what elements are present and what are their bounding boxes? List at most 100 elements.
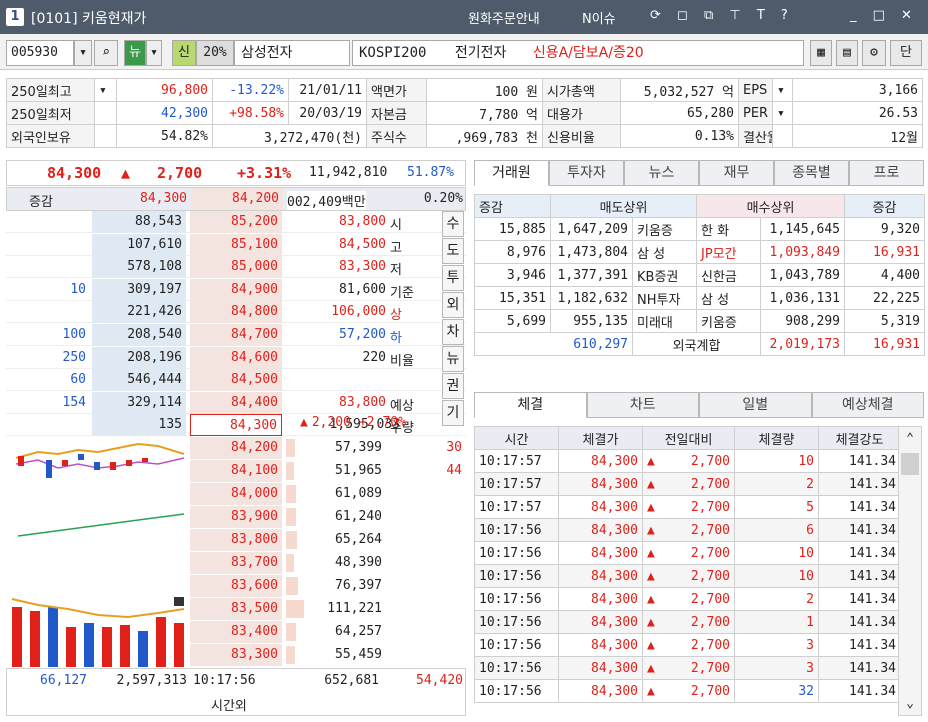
ask-row[interactable]: 154 329,114 84,400 83,800 예상: [6, 391, 466, 414]
trades-scrollbar[interactable]: ⌃ ⌄: [898, 426, 922, 716]
up-arrow-icon: ▲: [647, 499, 655, 515]
broker-cell: 5,699: [474, 309, 551, 333]
info-rate: +98.58%: [212, 101, 289, 125]
info-value: 81,600: [339, 281, 386, 297]
ask-price[interactable]: 84,500: [190, 369, 282, 392]
price-change: 2,700: [157, 164, 203, 182]
bid-price[interactable]: 83,500: [190, 598, 282, 620]
trade-change: ▲ 2,700: [642, 679, 735, 703]
search-icon[interactable]: ⌕: [94, 40, 118, 66]
stock-info-field: KOSPI200 전기전자 신용A/담보A/증20: [352, 40, 804, 66]
bottom-tab-1[interactable]: 차트: [586, 392, 699, 418]
ask-row[interactable]: 100 208,540 84,700 57,200 하: [6, 324, 466, 346]
single-button[interactable]: 단: [890, 40, 922, 66]
ask-price[interactable]: 84,300: [190, 414, 282, 437]
bottom-tab-3[interactable]: 예상체결: [811, 392, 924, 418]
gear-icon[interactable]: ⚙: [862, 40, 886, 66]
side-button[interactable]: 수: [442, 211, 464, 237]
ask-volume: 578,108: [92, 256, 186, 279]
scroll-thumb[interactable]: [901, 453, 919, 475]
ask-row[interactable]: 578,108 85,000 83,300 저: [6, 256, 466, 279]
stock-code-input[interactable]: 005930: [6, 40, 74, 66]
side-button[interactable]: 뉴: [442, 346, 464, 372]
info-date: 20/03/19: [288, 101, 367, 125]
ask-price[interactable]: 85,200: [190, 211, 282, 233]
bid-price[interactable]: 83,400: [190, 621, 282, 643]
dropdown-icon[interactable]: ▾: [772, 101, 793, 125]
dropdown-icon[interactable]: ▾: [94, 78, 117, 102]
window-controls[interactable]: _ □ ✕: [850, 8, 918, 23]
scroll-up-icon[interactable]: ⌃: [899, 427, 921, 451]
bid-price[interactable]: 83,600: [190, 575, 282, 597]
after-hours: 시간외: [211, 699, 247, 714]
scroll-down-icon[interactable]: ⌄: [899, 693, 921, 715]
tab-3[interactable]: 재무: [699, 160, 774, 186]
ask-price[interactable]: 84,700: [190, 324, 282, 346]
side-button[interactable]: 도: [442, 238, 464, 264]
info-label: 시가총액: [542, 78, 621, 102]
bid-price[interactable]: 83,800: [190, 529, 282, 551]
info-value: 0.13%: [620, 124, 739, 148]
ask-volume: 329,114: [92, 391, 186, 414]
bid-price[interactable]: 84,100: [190, 460, 282, 482]
side-button[interactable]: 투: [442, 265, 464, 291]
info-value: 65,280: [620, 101, 739, 125]
bid-price[interactable]: 83,300: [190, 644, 282, 666]
info-rate: 3,272,470(천): [212, 124, 367, 148]
ask-price[interactable]: 85,000: [190, 256, 282, 279]
news-badge[interactable]: 뉴: [124, 40, 146, 66]
tab-4[interactable]: 종목별: [774, 160, 849, 186]
broker-cell: 1,043,789: [760, 263, 845, 287]
broker-header: 증감: [474, 194, 551, 218]
broker-cell: 미래대: [632, 309, 697, 333]
tab-1[interactable]: 투자자: [549, 160, 624, 186]
trade-qty: 3: [734, 656, 819, 680]
dropdown-icon[interactable]: ▾: [772, 78, 793, 102]
info-rate: -13.22%: [212, 78, 289, 102]
title-icons[interactable]: ⟳ ◻ ⧉ ⊤ T ?: [650, 8, 840, 23]
ask-volume: 208,540: [92, 324, 186, 346]
bid-price[interactable]: 84,200: [190, 437, 282, 459]
side-button[interactable]: 권: [442, 373, 464, 399]
ask-price[interactable]: 84,800: [190, 301, 282, 324]
code-dropdown-icon[interactable]: ▾: [74, 40, 92, 66]
info-value: 26.53: [792, 101, 923, 125]
orderbook-footer: 66,127 2,597,313 10:17:56 시간외 652,681 54…: [6, 668, 466, 716]
bottom-tab-2[interactable]: 일별: [699, 392, 812, 418]
news-dropdown-icon[interactable]: ▾: [146, 40, 162, 66]
side-button[interactable]: 차: [442, 319, 464, 345]
issue-link[interactable]: N이슈: [582, 8, 616, 27]
ask-row[interactable]: 60 546,444 84,500: [6, 369, 466, 392]
ask-row[interactable]: 88,543 85,200 83,800 시: [6, 211, 466, 233]
ask-row[interactable]: 10 309,197 84,900 81,600 기준: [6, 278, 466, 301]
ask-row[interactable]: 250 208,196 84,600 220 비율: [6, 346, 466, 369]
ask-price[interactable]: 84,400: [190, 391, 282, 414]
ask-row[interactable]: 221,426 84,800 106,000 상: [6, 301, 466, 324]
ask-price[interactable]: 84,600: [190, 346, 282, 369]
side-button[interactable]: 기: [442, 400, 464, 426]
dropdown-icon[interactable]: [772, 124, 793, 148]
info-value: 83,800: [339, 394, 386, 410]
tab-0[interactable]: 거래원: [474, 160, 549, 186]
tab-2[interactable]: 뉴스: [624, 160, 699, 186]
ask-row[interactable]: 107,610 85,100 84,500 고: [6, 233, 466, 256]
bottom-tab-0[interactable]: 체결: [474, 392, 587, 418]
broker-cell: 신한금: [696, 263, 761, 287]
broker-cell: 908,299: [760, 309, 845, 333]
dropdown-icon[interactable]: [94, 101, 117, 125]
layout2-icon[interactable]: ▤: [836, 40, 858, 66]
broker-cell: 삼 성: [632, 240, 697, 264]
bid-price[interactable]: 84,000: [190, 483, 282, 505]
side-button[interactable]: 외: [442, 292, 464, 318]
broker-cell: 1,145,645: [760, 217, 845, 241]
order-guide-link[interactable]: 원화주문안내: [468, 8, 540, 27]
bid-price[interactable]: 83,900: [190, 506, 282, 528]
bid-price[interactable]: 83,700: [190, 552, 282, 574]
ask-price[interactable]: 85,100: [190, 233, 282, 256]
dropdown-icon[interactable]: [94, 124, 117, 148]
layout1-icon[interactable]: ▦: [810, 40, 832, 66]
tab-5[interactable]: 프로: [849, 160, 924, 186]
trade-qty: 2: [734, 587, 819, 611]
broker-header: 매도상위: [550, 194, 697, 218]
ask-price[interactable]: 84,900: [190, 278, 282, 301]
